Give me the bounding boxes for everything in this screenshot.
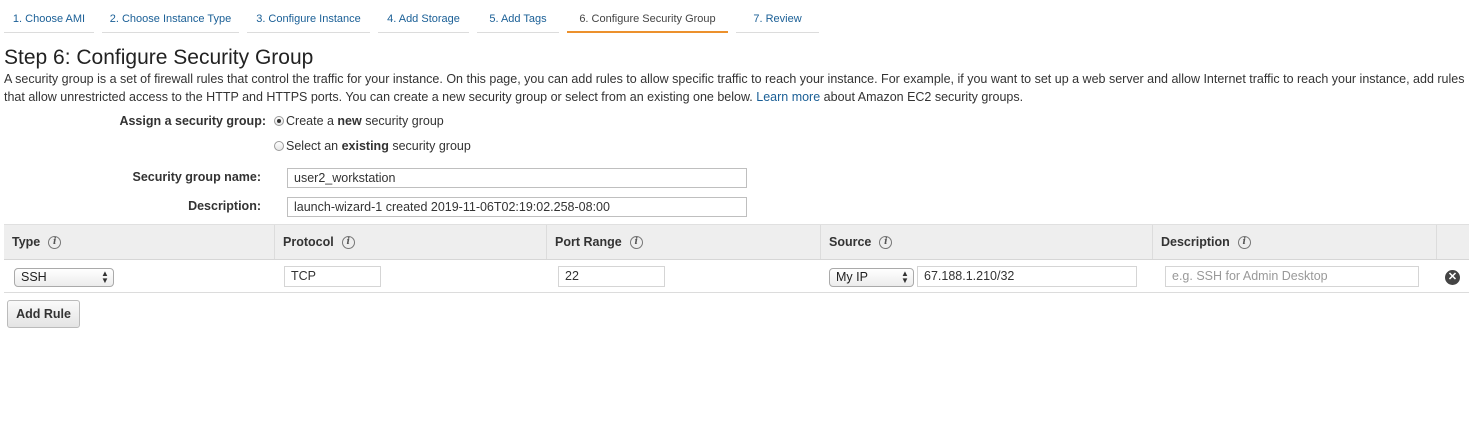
tab-choose-instance-type[interactable]: 2. Choose Instance Type [102, 6, 239, 33]
header-source: Source i [820, 225, 1152, 259]
info-icon[interactable]: i [341, 235, 355, 249]
radio-create-new[interactable]: Create a new security group [274, 114, 444, 128]
header-actions [1436, 225, 1469, 259]
description-input[interactable]: launch-wizard-1 created 2019-11-06T02:19… [287, 197, 747, 217]
add-rule-button[interactable]: Add Rule [7, 300, 80, 328]
learn-more-link[interactable]: Learn more [756, 90, 820, 104]
port-range-input[interactable]: 22 [558, 266, 665, 287]
radio-label-existing: Select an existing security group [286, 139, 471, 153]
radio-button-new[interactable] [274, 116, 284, 126]
select-arrows-icon: ▲ ▼ [901, 269, 909, 285]
info-icon[interactable]: i [629, 235, 643, 249]
table-row: SSH ▲ ▼ TCP 22 My IP ▲ ▼ 67.188.1.210/32 e… [4, 260, 1469, 293]
tab-add-tags[interactable]: 5. Add Tags [477, 6, 559, 33]
source-select[interactable]: My IP ▲ ▼ [829, 268, 914, 287]
info-icon[interactable]: i [1237, 235, 1251, 249]
group-name-input[interactable]: user2_workstation [287, 168, 747, 188]
description-label: Description: [188, 199, 261, 213]
type-select[interactable]: SSH ▲ ▼ [14, 268, 114, 287]
radio-label-new: Create a new security group [286, 114, 444, 128]
tab-choose-ami[interactable]: 1. Choose AMI [4, 6, 94, 33]
radio-select-existing[interactable]: Select an existing security group [274, 139, 471, 153]
tab-configure-instance[interactable]: 3. Configure Instance [247, 6, 370, 33]
info-icon[interactable]: i [48, 235, 62, 249]
rule-description-input[interactable]: e.g. SSH for Admin Desktop [1165, 266, 1419, 287]
intro-text: A security group is a set of firewall ru… [4, 70, 1466, 106]
assign-label: Assign a security group: [119, 114, 266, 128]
tab-add-storage[interactable]: 4. Add Storage [378, 6, 469, 33]
header-description: Description i [1152, 225, 1436, 259]
page-title: Step 6: Configure Security Group [4, 46, 314, 69]
intro-body: A security group is a set of firewall ru… [4, 72, 1465, 104]
rules-table-header: Type i Protocol i Port Range i Source i Desc… [4, 224, 1469, 260]
header-type: Type i [4, 225, 274, 259]
group-name-label: Security group name: [132, 170, 262, 184]
remove-rule-icon[interactable]: ✕ [1445, 270, 1460, 285]
header-protocol: Protocol i [274, 225, 546, 259]
protocol-field[interactable]: TCP [284, 266, 381, 287]
info-icon[interactable]: i [879, 235, 893, 249]
source-cidr-input[interactable]: 67.188.1.210/32 [917, 266, 1137, 287]
select-arrows-icon: ▲ ▼ [101, 269, 109, 285]
tab-review[interactable]: 7. Review [736, 6, 819, 33]
intro-tail: about Amazon EC2 security groups. [823, 90, 1024, 104]
header-port-range: Port Range i [546, 225, 820, 259]
radio-button-existing[interactable] [274, 141, 284, 151]
tab-configure-security-group[interactable]: 6. Configure Security Group [567, 6, 728, 33]
